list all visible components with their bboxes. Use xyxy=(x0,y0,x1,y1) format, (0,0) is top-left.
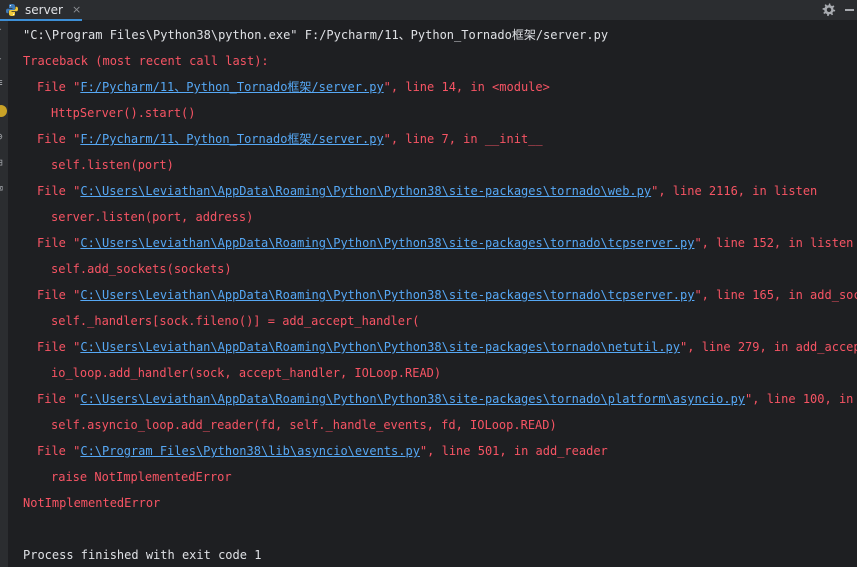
traceback-code: raise NotImplementedError xyxy=(51,470,232,484)
print-icon[interactable]: ⊕ xyxy=(0,131,6,143)
file-link[interactable]: C:\Users\Leviathan\AppData\Roaming\Pytho… xyxy=(80,288,694,302)
scroll-up-icon[interactable]: ↑ xyxy=(0,25,6,37)
traceback-code: self.asyncio_loop.add_reader(fd, self._h… xyxy=(51,418,557,432)
file-link[interactable]: F:/Pycharm/11、Python_Tornado框架/server.py xyxy=(80,132,383,146)
traceback-frame: File "C:\Program Files\Python38\lib\asyn… xyxy=(37,444,608,458)
tab-label: server xyxy=(25,2,63,17)
file-link[interactable]: C:\Users\Leviathan\AppData\Roaming\Pytho… xyxy=(80,392,745,406)
file-link[interactable]: C:\Program Files\Python38\lib\asyncio\ev… xyxy=(80,444,420,458)
minimize-icon[interactable] xyxy=(845,9,854,11)
tool-window-tabbar: server × xyxy=(0,0,857,21)
traceback-code: server.listen(port, address) xyxy=(51,210,254,224)
error-message: NotImplementedError xyxy=(23,496,161,510)
close-icon[interactable]: × xyxy=(72,3,81,16)
traceback-header: Traceback (most recent call last): xyxy=(23,54,269,68)
traceback-frame: File "F:/Pycharm/11、Python_Tornado框架/ser… xyxy=(37,132,543,146)
traceback-frame: File "C:\Users\Leviathan\AppData\Roaming… xyxy=(37,340,857,354)
scroll-down-icon[interactable]: ↓ xyxy=(0,51,6,63)
run-console-output[interactable]: "C:\Program Files\Python38\python.exe" F… xyxy=(8,21,857,567)
traceback-frame: File "C:\Users\Leviathan\AppData\Roaming… xyxy=(37,288,857,302)
python-icon xyxy=(6,3,18,16)
gear-icon[interactable] xyxy=(821,2,837,18)
traceback-frame: File "C:\Users\Leviathan\AppData\Roaming… xyxy=(37,184,818,198)
clear-all-icon[interactable]: ⌫ xyxy=(0,183,6,195)
command-line: "C:\Program Files\Python38\python.exe" F… xyxy=(23,28,609,42)
file-link[interactable]: C:\Users\Leviathan\AppData\Roaming\Pytho… xyxy=(80,236,694,250)
traceback-code: self.listen(port) xyxy=(51,158,174,172)
soft-wrap-icon[interactable]: ≡ xyxy=(0,77,6,89)
file-link[interactable]: C:\Users\Leviathan\AppData\Roaming\Pytho… xyxy=(80,184,651,198)
file-link[interactable]: C:\Users\Leviathan\AppData\Roaming\Pytho… xyxy=(80,340,680,354)
exit-status: Process finished with exit code 1 xyxy=(23,548,262,562)
traceback-code: self.add_sockets(sockets) xyxy=(51,262,232,276)
traceback-frame: File "C:\Users\Leviathan\AppData\Roaming… xyxy=(37,236,854,250)
traceback-code: io_loop.add_handler(sock, accept_handler… xyxy=(51,366,442,380)
traceback-frame: File "F:/Pycharm/11、Python_Tornado框架/ser… xyxy=(37,80,550,94)
traceback-frame: File "C:\Users\Leviathan\AppData\Roaming… xyxy=(37,392,854,406)
file-link[interactable]: F:/Pycharm/11、Python_Tornado框架/server.py xyxy=(80,80,383,94)
tab-server[interactable]: server × xyxy=(0,0,82,21)
traceback-code: self._handlers[sock.fileno()] = add_acce… xyxy=(51,314,420,328)
console-toolbar: ↑ ↓ ≡ ⊕ ⊞ ⌫ xyxy=(0,21,8,567)
traceback-code: HttpServer().start() xyxy=(51,106,196,120)
rerun-badge-icon[interactable] xyxy=(0,105,7,117)
settings-list-icon[interactable]: ⊞ xyxy=(0,157,6,169)
